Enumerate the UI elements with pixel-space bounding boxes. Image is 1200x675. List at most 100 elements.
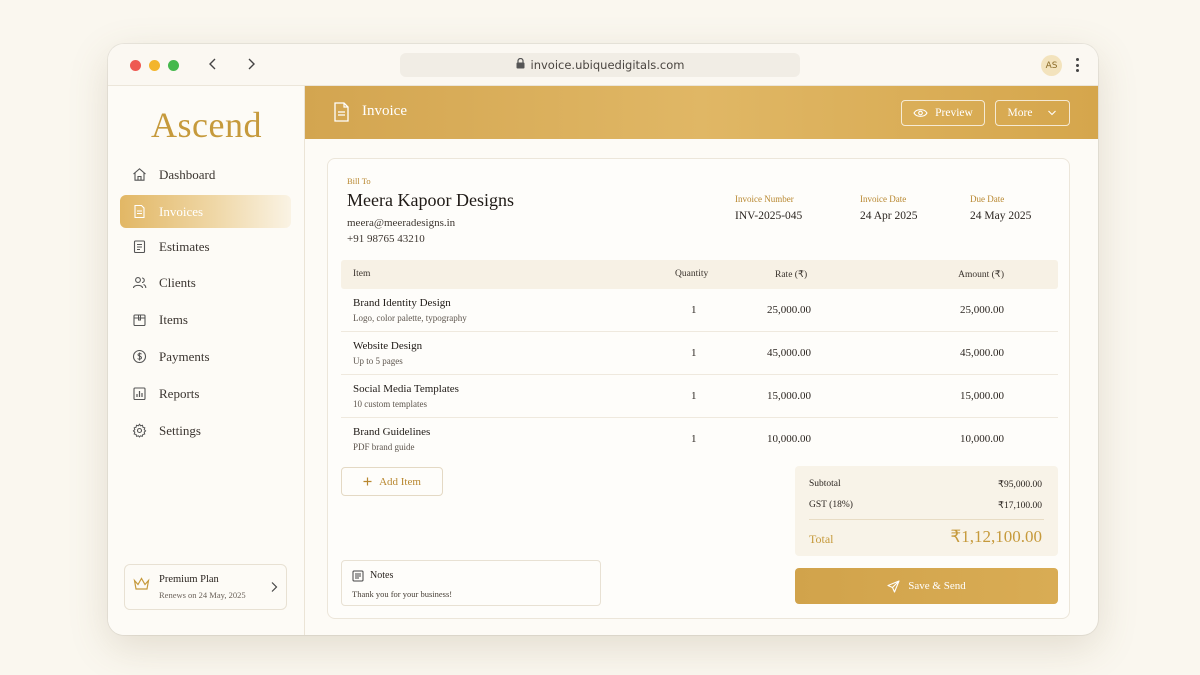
total-label: Total: [809, 532, 834, 546]
preview-button[interactable]: Preview: [901, 100, 985, 126]
sidebar-item-label: Payments: [159, 348, 210, 364]
sidebar-item-invoices[interactable]: Invoices: [120, 195, 291, 228]
gst-label: GST (18%): [809, 500, 853, 510]
save-and-send-button[interactable]: Save & Send: [795, 568, 1058, 604]
sidebar-item-settings[interactable]: Settings: [120, 414, 291, 447]
table-row[interactable]: Website Design Up to 5 pages 1 45,000.00…: [341, 332, 1058, 375]
client-phone: +91 98765 43210: [347, 233, 425, 245]
column-header-quantity: Quantity: [675, 269, 709, 279]
notes-text: Thank you for your business!: [352, 589, 453, 599]
save-and-send-label: Save & Send: [908, 580, 966, 592]
totals-panel: Subtotal ₹95,000.00 GST (18%) ₹17,100.00…: [795, 466, 1058, 556]
table-header: Item Quantity Rate (₹) Amount (₹): [341, 260, 1058, 289]
item-name: Brand Identity Design: [353, 297, 451, 309]
add-item-button[interactable]: Add Item: [341, 467, 443, 496]
item-amount: 15,000.00: [960, 390, 1004, 402]
invoice-number-field: Invoice Number INV-2025-045: [735, 194, 802, 222]
table-row[interactable]: Social Media Templates 10 custom templat…: [341, 375, 1058, 418]
item-amount: 45,000.00: [960, 347, 1004, 359]
item-description: PDF brand guide: [353, 442, 415, 452]
sidebar-item-dashboard[interactable]: Dashboard: [120, 158, 291, 191]
preview-label: Preview: [935, 107, 973, 119]
item-rate[interactable]: 10,000.00: [767, 433, 811, 445]
items-table: Item Quantity Rate (₹) Amount (₹) Brand …: [341, 260, 1058, 461]
document-icon: [134, 204, 145, 219]
forward-arrow-icon[interactable]: [240, 53, 262, 75]
crown-icon: [133, 577, 150, 590]
invoice-date-label: Invoice Date: [860, 194, 907, 204]
box-icon: [133, 314, 146, 327]
client-email: meera@meeradesigns.in: [347, 217, 456, 229]
item-amount: 25,000.00: [960, 304, 1004, 316]
sidebar-item-label: Reports: [159, 385, 200, 401]
more-vertical-icon[interactable]: [1072, 56, 1082, 74]
due-date-label: Due Date: [970, 194, 1005, 204]
notes-title: Notes: [370, 570, 394, 581]
sidebar-item-estimates[interactable]: Estimates: [120, 230, 291, 263]
item-name: Brand Guidelines: [353, 426, 431, 438]
sidebar-item-label: Dashboard: [159, 166, 216, 182]
add-item-label: Add Item: [379, 475, 421, 488]
item-rate[interactable]: 45,000.00: [767, 347, 811, 359]
bill-to-label: Bill To: [347, 176, 371, 186]
page-header: Invoice Preview More: [305, 86, 1098, 139]
browser-window: invoice.ubiquedigitals.com AS Ascend Das…: [108, 44, 1098, 635]
url-bar[interactable]: invoice.ubiquedigitals.com: [400, 53, 800, 77]
minimize-window-button[interactable]: [149, 60, 160, 71]
invoice-date-value[interactable]: 24 Apr 2025: [860, 210, 918, 222]
invoice-number-label: Invoice Number: [735, 194, 794, 204]
sidebar-item-label: Settings: [159, 422, 201, 438]
sidebar-item-payments[interactable]: Payments: [120, 340, 291, 373]
invoice-card: Bill To Meera Kapoor Designs meera@meera…: [327, 158, 1070, 619]
subtotal-value: ₹95,000.00: [997, 480, 1042, 490]
lock-icon: [516, 57, 525, 72]
subtotal-label: Subtotal: [809, 479, 841, 489]
more-label: More: [1007, 107, 1033, 119]
sidebar: Ascend Dashboard Invoices Estimates Clie…: [108, 86, 305, 635]
column-header-amount: Amount (₹): [958, 270, 1004, 280]
sidebar-item-clients[interactable]: Clients: [120, 266, 291, 299]
item-quantity[interactable]: 1: [691, 433, 697, 445]
close-window-button[interactable]: [130, 60, 141, 71]
back-arrow-icon[interactable]: [202, 53, 224, 75]
sidebar-item-label: Estimates: [159, 238, 210, 254]
avatar[interactable]: AS: [1041, 55, 1062, 76]
sidebar-item-items[interactable]: Items: [120, 303, 291, 336]
browser-titlebar: invoice.ubiquedigitals.com AS: [108, 44, 1098, 86]
dollar-icon: [132, 349, 147, 364]
item-description: 10 custom templates: [353, 399, 427, 409]
client-name: Meera Kapoor Designs: [347, 190, 514, 210]
item-description: Up to 5 pages: [353, 356, 403, 366]
item-rate[interactable]: 25,000.00: [767, 304, 811, 316]
gear-icon: [132, 423, 147, 438]
notes-box[interactable]: Notes Thank you for your business!: [341, 560, 601, 606]
more-dropdown-button[interactable]: More: [995, 100, 1070, 126]
item-rate[interactable]: 15,000.00: [767, 390, 811, 402]
invoice-number-value[interactable]: INV-2025-045: [735, 210, 802, 222]
url-text: invoice.ubiquedigitals.com: [530, 58, 685, 72]
clipboard-icon: [133, 240, 146, 254]
item-name: Website Design: [353, 340, 423, 352]
table-row[interactable]: Brand Guidelines PDF brand guide 1 10,00…: [341, 418, 1058, 461]
item-name: Social Media Templates: [353, 383, 459, 395]
table-row[interactable]: Brand Identity Design Logo, color palett…: [341, 289, 1058, 332]
total-value: ₹1,12,100.00: [950, 527, 1042, 546]
totals-divider: [809, 519, 1044, 520]
sidebar-item-label: Items: [159, 311, 188, 327]
item-quantity[interactable]: 1: [691, 347, 697, 359]
premium-plan-card[interactable]: Premium Plan Renews on 24 May, 2025: [124, 564, 287, 610]
item-quantity[interactable]: 1: [691, 390, 697, 402]
plus-icon: [363, 477, 372, 486]
plan-renewal-text: Renews on 24 May, 2025: [159, 590, 246, 600]
chevron-down-icon: [1048, 110, 1057, 116]
app-logo[interactable]: Ascend: [108, 104, 305, 146]
chart-icon: [133, 387, 146, 401]
plan-title: Premium Plan: [159, 574, 219, 585]
maximize-window-button[interactable]: [168, 60, 179, 71]
eye-icon: [913, 109, 928, 117]
item-quantity[interactable]: 1: [691, 304, 697, 316]
item-description: Logo, color palette, typography: [353, 313, 467, 323]
document-icon: [334, 102, 349, 122]
due-date-value[interactable]: 24 May 2025: [970, 210, 1031, 222]
sidebar-item-reports[interactable]: Reports: [120, 377, 291, 410]
